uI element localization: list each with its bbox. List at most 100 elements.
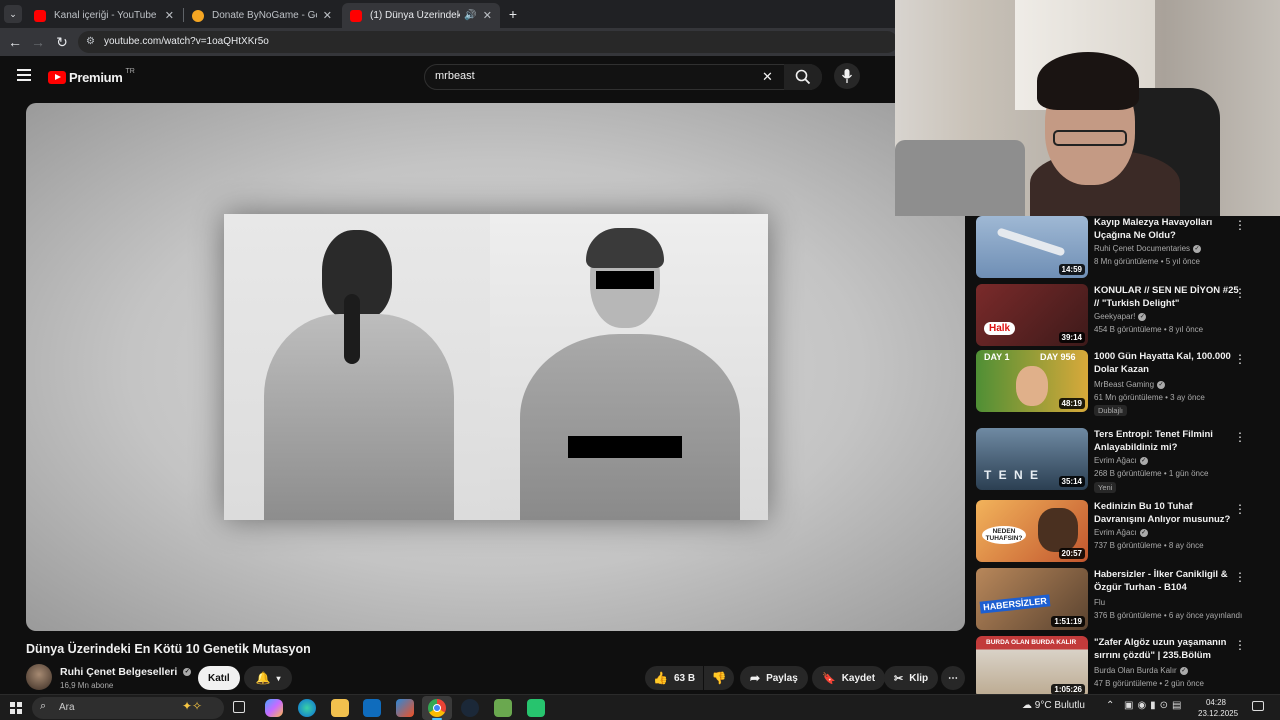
video-thumbnail[interactable]: 14:59 <box>976 216 1088 278</box>
more-actions-button[interactable]: ⋯ <box>941 666 965 690</box>
more-vertical-icon[interactable]: ⋮ <box>1234 430 1246 444</box>
more-vertical-icon[interactable]: ⋮ <box>1234 638 1246 652</box>
tray-icons[interactable]: ▣◉▮⊙▤ <box>1124 700 1186 711</box>
taskbar-search-box[interactable]: ⌕ Ara ✦✧ <box>32 697 224 719</box>
video-thumbnail[interactable]: HABERSİZLER 1:51:19 <box>976 568 1088 630</box>
video-player[interactable] <box>26 103 965 631</box>
webcam-overlay <box>895 0 1280 216</box>
video-thumbnail[interactable]: T E N E 35:14 <box>976 428 1088 490</box>
subscriber-count: 16,9 Mn abone <box>60 681 114 690</box>
forward-arrow-icon[interactable]: → <box>28 32 48 52</box>
new-tab-button[interactable]: + <box>505 5 521 23</box>
steam-icon[interactable] <box>461 699 479 717</box>
file-explorer-icon[interactable] <box>331 699 349 717</box>
video-duration: 39:14 <box>1058 332 1085 343</box>
video-thumbnail[interactable]: DAY 1 DAY 956 48:19 <box>976 350 1088 412</box>
close-tab-icon[interactable]: ✕ <box>483 9 492 22</box>
join-button[interactable]: Katıl <box>198 666 240 690</box>
hamburger-menu-icon[interactable] <box>17 69 31 81</box>
more-horizontal-icon: ⋯ <box>948 672 958 684</box>
address-bar[interactable]: ⚙ youtube.com/watch?v=1oaQHtXKr5o <box>78 31 898 53</box>
video-duration: 1:51:19 <box>1051 616 1085 627</box>
recommendation-item[interactable]: Halk 39:14 KONULAR // SEN NE DİYON #25 /… <box>976 284 1266 348</box>
channel-text: Evrim Ağacı <box>1094 456 1137 465</box>
video-title: Dünya Üzerindeki En Kötü 10 Genetik Muta… <box>26 642 311 656</box>
recommendation-item[interactable]: BURDA OLAN BURDA KALIR 1:05:26 "Zafer Al… <box>976 636 1266 700</box>
back-arrow-icon[interactable]: ← <box>5 32 25 52</box>
more-vertical-icon[interactable]: ⋮ <box>1234 502 1246 516</box>
recommendation-title: KONULAR // SEN NE DİYON #25 // "Turkish … <box>1094 285 1239 309</box>
thumb-text-halk: Halk <box>984 322 1016 335</box>
video-right-panel <box>490 214 768 520</box>
store-icon[interactable] <box>396 699 414 717</box>
site-info-icon[interactable]: ⚙ <box>86 31 95 53</box>
recommendation-item[interactable]: NEDEN TUHAFSIN? 20:57 Kedinizin Bu 10 Tu… <box>976 500 1266 564</box>
clip-label: Klip <box>909 672 929 684</box>
more-vertical-icon[interactable]: ⋮ <box>1234 570 1246 584</box>
video-duration: 35:14 <box>1058 476 1085 487</box>
video-duration: 20:57 <box>1058 548 1085 559</box>
video-thumbnail[interactable]: Halk 39:14 <box>976 284 1088 346</box>
verified-check-icon: ✓ <box>183 668 192 677</box>
browser-tab-studio[interactable]: Kanal içeriği - YouTube Studio ✕ <box>26 3 182 28</box>
voice-search-button[interactable] <box>834 63 860 89</box>
edge-browser-icon[interactable] <box>298 699 316 717</box>
glasses <box>1053 130 1127 146</box>
channel-avatar[interactable] <box>26 664 52 690</box>
censor-bar-eyes <box>596 271 654 289</box>
new-badge: Yeni <box>1094 482 1117 493</box>
thumb-text-day956: DAY 956 <box>1040 352 1076 362</box>
tab-list-dropdown[interactable]: ⌄ <box>4 5 22 23</box>
channel-name[interactable]: Ruhi Çenet Belgeselleri ✓ <box>60 666 192 678</box>
video-duration: 48:19 <box>1058 398 1085 409</box>
chrome-taskbar-button[interactable] <box>422 696 452 720</box>
copilot-icon[interactable] <box>265 699 283 717</box>
more-vertical-icon[interactable]: ⋮ <box>1234 352 1246 366</box>
notification-icon[interactable] <box>1252 701 1264 711</box>
search-box[interactable]: mrbeast ✕ <box>424 64 822 90</box>
bell-icon: 🔔 <box>255 671 271 685</box>
recommendation-meta: 376 B görüntüleme • 6 ay önce yayınlandı <box>1094 611 1243 620</box>
like-button[interactable]: 👍 63 B <box>645 666 703 690</box>
thumb-text-neden: NEDEN TUHAFSIN? <box>982 526 1026 544</box>
recommendation-channel: Flu <box>1094 598 1106 607</box>
recommendation-item[interactable]: T E N E 35:14 Ters Entropi: Tenet Filmin… <box>976 428 1266 493</box>
thumb-text-habersizler: HABERSİZLER <box>979 594 1051 614</box>
search-button[interactable] <box>784 64 822 90</box>
search-input[interactable]: mrbeast <box>435 70 475 82</box>
close-tab-icon[interactable]: ✕ <box>165 9 174 22</box>
airplane-shape <box>996 227 1066 257</box>
reload-icon[interactable]: ↻ <box>52 32 72 52</box>
audio-playing-icon[interactable]: 🔊 <box>464 10 476 21</box>
game-app-icon[interactable] <box>527 699 545 717</box>
share-button[interactable]: ➦ Paylaş <box>740 666 808 690</box>
save-button[interactable]: 🔖 Kaydet <box>812 666 886 690</box>
video-thumbnail[interactable]: NEDEN TUHAFSIN? 20:57 <box>976 500 1088 562</box>
recommendation-item[interactable]: 14:59 Kayıp Malezya Havayolları Uçağına … <box>976 216 1266 280</box>
bookmark-icon: 🔖 <box>822 672 836 685</box>
chrome-icon-center <box>433 704 441 712</box>
recommendation-item[interactable]: HABERSİZLER 1:51:19 Habersizler - İlker … <box>976 568 1266 632</box>
more-vertical-icon[interactable]: ⋮ <box>1234 218 1246 232</box>
video-duration: 14:59 <box>1058 264 1085 275</box>
dislike-button[interactable]: 👎 <box>704 666 734 690</box>
youtube-premium-logo[interactable]: Premium TR <box>48 68 135 86</box>
more-vertical-icon[interactable]: ⋮ <box>1234 286 1246 300</box>
weather-widget[interactable]: ☁ 9°C Bulutlu <box>1022 700 1085 711</box>
recommendation-item[interactable]: DAY 1 DAY 956 48:19 1000 Gün Hayatta Kal… <box>976 350 1266 416</box>
minecraft-icon[interactable] <box>494 699 512 717</box>
browser-tab-active-video[interactable]: (1) Dünya Üzerindeki En Kötü 🔊 ✕ <box>342 3 500 28</box>
outlook-icon[interactable] <box>363 699 381 717</box>
notification-bell-button[interactable]: 🔔 ▾ <box>244 666 292 690</box>
system-tray-chevron-icon[interactable]: ⌃ <box>1106 700 1114 711</box>
clip-button[interactable]: ✂ Klip <box>884 666 939 690</box>
task-view-icon[interactable] <box>233 701 245 713</box>
browser-tab-bynogame[interactable]: Donate ByNoGame - Gelen/Gid ✕ <box>184 3 340 28</box>
bynogame-favicon-icon <box>192 9 204 22</box>
clear-search-icon[interactable]: ✕ <box>762 69 773 85</box>
clock[interactable]: 04:28 23.12.2025 <box>1198 697 1238 719</box>
windows-start-icon[interactable] <box>10 702 22 714</box>
thumbs-down-icon: 👎 <box>711 671 727 685</box>
video-thumbnail[interactable]: BURDA OLAN BURDA KALIR 1:05:26 <box>976 636 1088 698</box>
close-tab-icon[interactable]: ✕ <box>323 9 332 22</box>
